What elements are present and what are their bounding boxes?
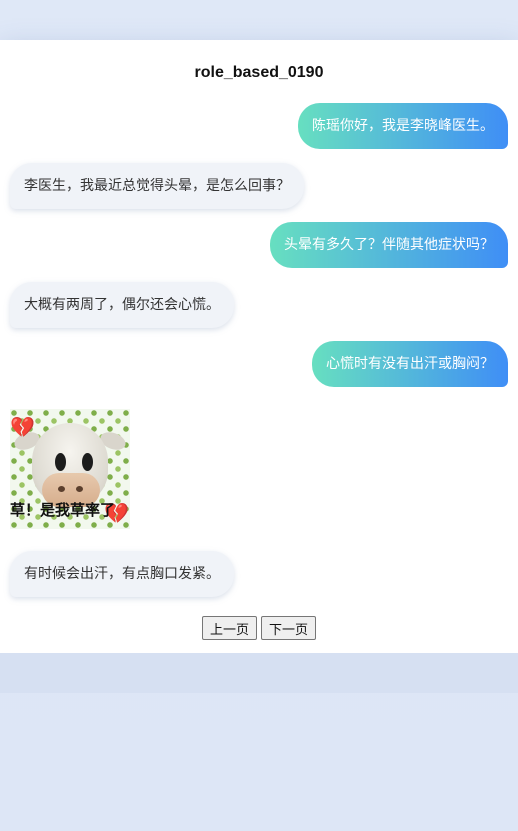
doctor-message: 陈瑶你好，我是李晓峰医生。 <box>298 103 508 149</box>
next-page-button[interactable]: 下一页 <box>261 616 317 640</box>
pagination: 上一页 下一页 <box>0 616 518 640</box>
patient-message: 大概有两周了，偶尔还会心慌。 <box>10 282 234 328</box>
cow-eye-icon <box>55 453 66 471</box>
patient-message: 李医生，我最近总觉得头晕，是怎么回事？ <box>10 163 304 209</box>
background-band <box>0 653 518 693</box>
sticker-caption: 草！是我草率了 <box>10 501 116 519</box>
doctor-message: 头晕有多久了？伴随其他症状吗？ <box>270 222 508 268</box>
cow-sticker-image: 💔 💔 草！是我草率了 <box>10 409 130 529</box>
prev-page-button[interactable]: 上一页 <box>201 616 257 640</box>
cow-eye-icon <box>82 453 93 471</box>
broken-heart-icon: 💔 <box>10 415 35 439</box>
patient-message: 有时候会出汗，有点胸口发紧。 <box>10 551 234 597</box>
chat-card: role_based_0190 陈瑶你好，我是李晓峰医生。 李医生，我最近总觉得… <box>0 40 518 653</box>
page-title: role_based_0190 <box>194 64 324 81</box>
doctor-message: 心慌时有没有出汗或胸闷？ <box>312 341 508 387</box>
